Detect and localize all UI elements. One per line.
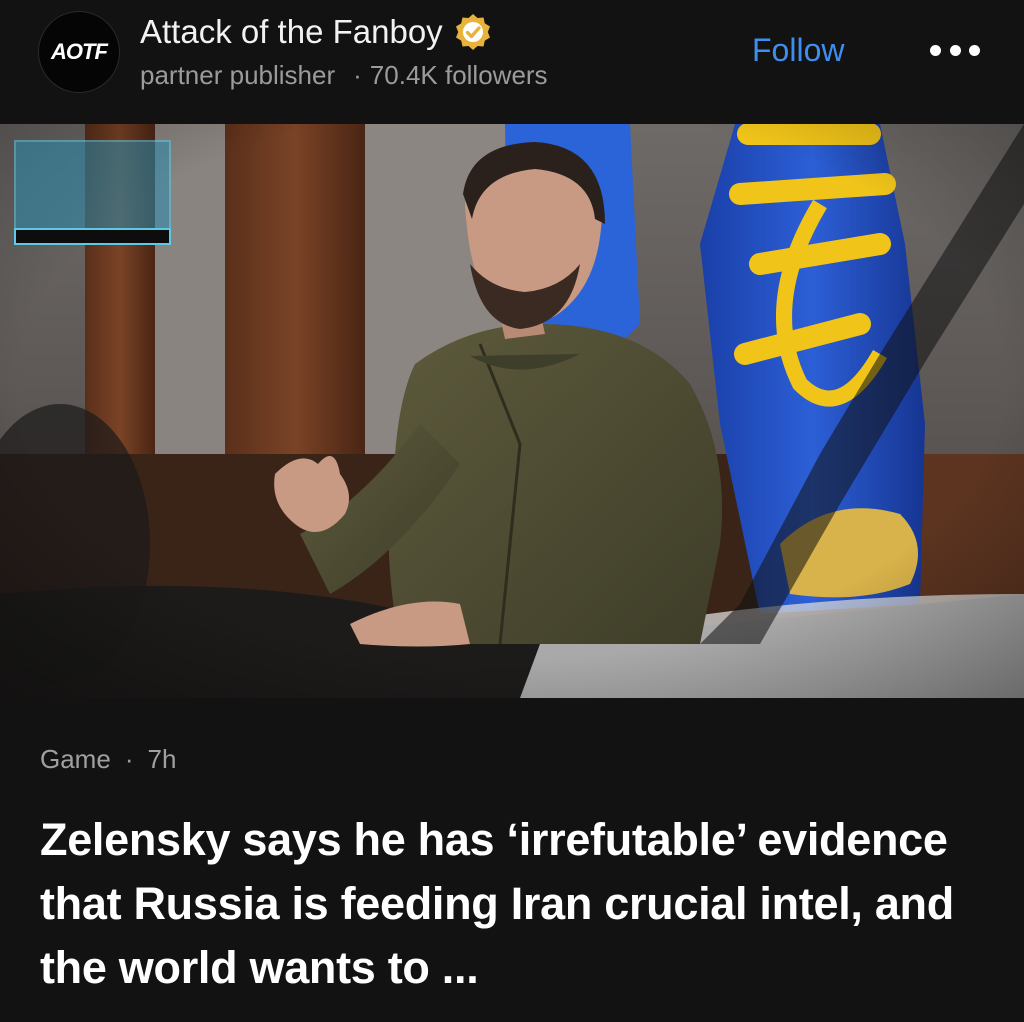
publisher-logo-text: AOTF	[51, 39, 108, 64]
publisher-type: partner publisher	[140, 60, 336, 90]
article-headline[interactable]: Zelensky says he has ‘irrefutable’ evide…	[40, 808, 990, 1000]
article-meta: Game · 7h	[40, 744, 176, 775]
more-dot	[949, 44, 961, 56]
article-category[interactable]: Game	[40, 744, 111, 774]
meta-separator: ·	[124, 744, 134, 774]
more-options-icon[interactable]	[930, 42, 980, 58]
article-hero-image[interactable]	[0, 124, 1024, 698]
hero-photo	[0, 124, 1024, 698]
verified-badge-icon	[455, 14, 490, 50]
publisher-name-row[interactable]: Attack of the Fanboy	[140, 12, 493, 52]
meta-separator: ·	[353, 60, 362, 90]
more-dot	[930, 44, 941, 56]
post-header: AOTF Attack of the Fanboy partner publis…	[0, 0, 1024, 124]
publisher-name[interactable]: Attack of the Fanboy	[140, 13, 443, 51]
article-age: 7h	[147, 744, 177, 774]
follower-count: 70.4K followers	[369, 60, 548, 90]
follow-button[interactable]: Follow	[752, 32, 844, 69]
more-dot	[969, 44, 980, 56]
publisher-avatar[interactable]: AOTF	[38, 11, 120, 93]
publisher-meta: partner publisher · 70.4K followers	[140, 60, 548, 91]
